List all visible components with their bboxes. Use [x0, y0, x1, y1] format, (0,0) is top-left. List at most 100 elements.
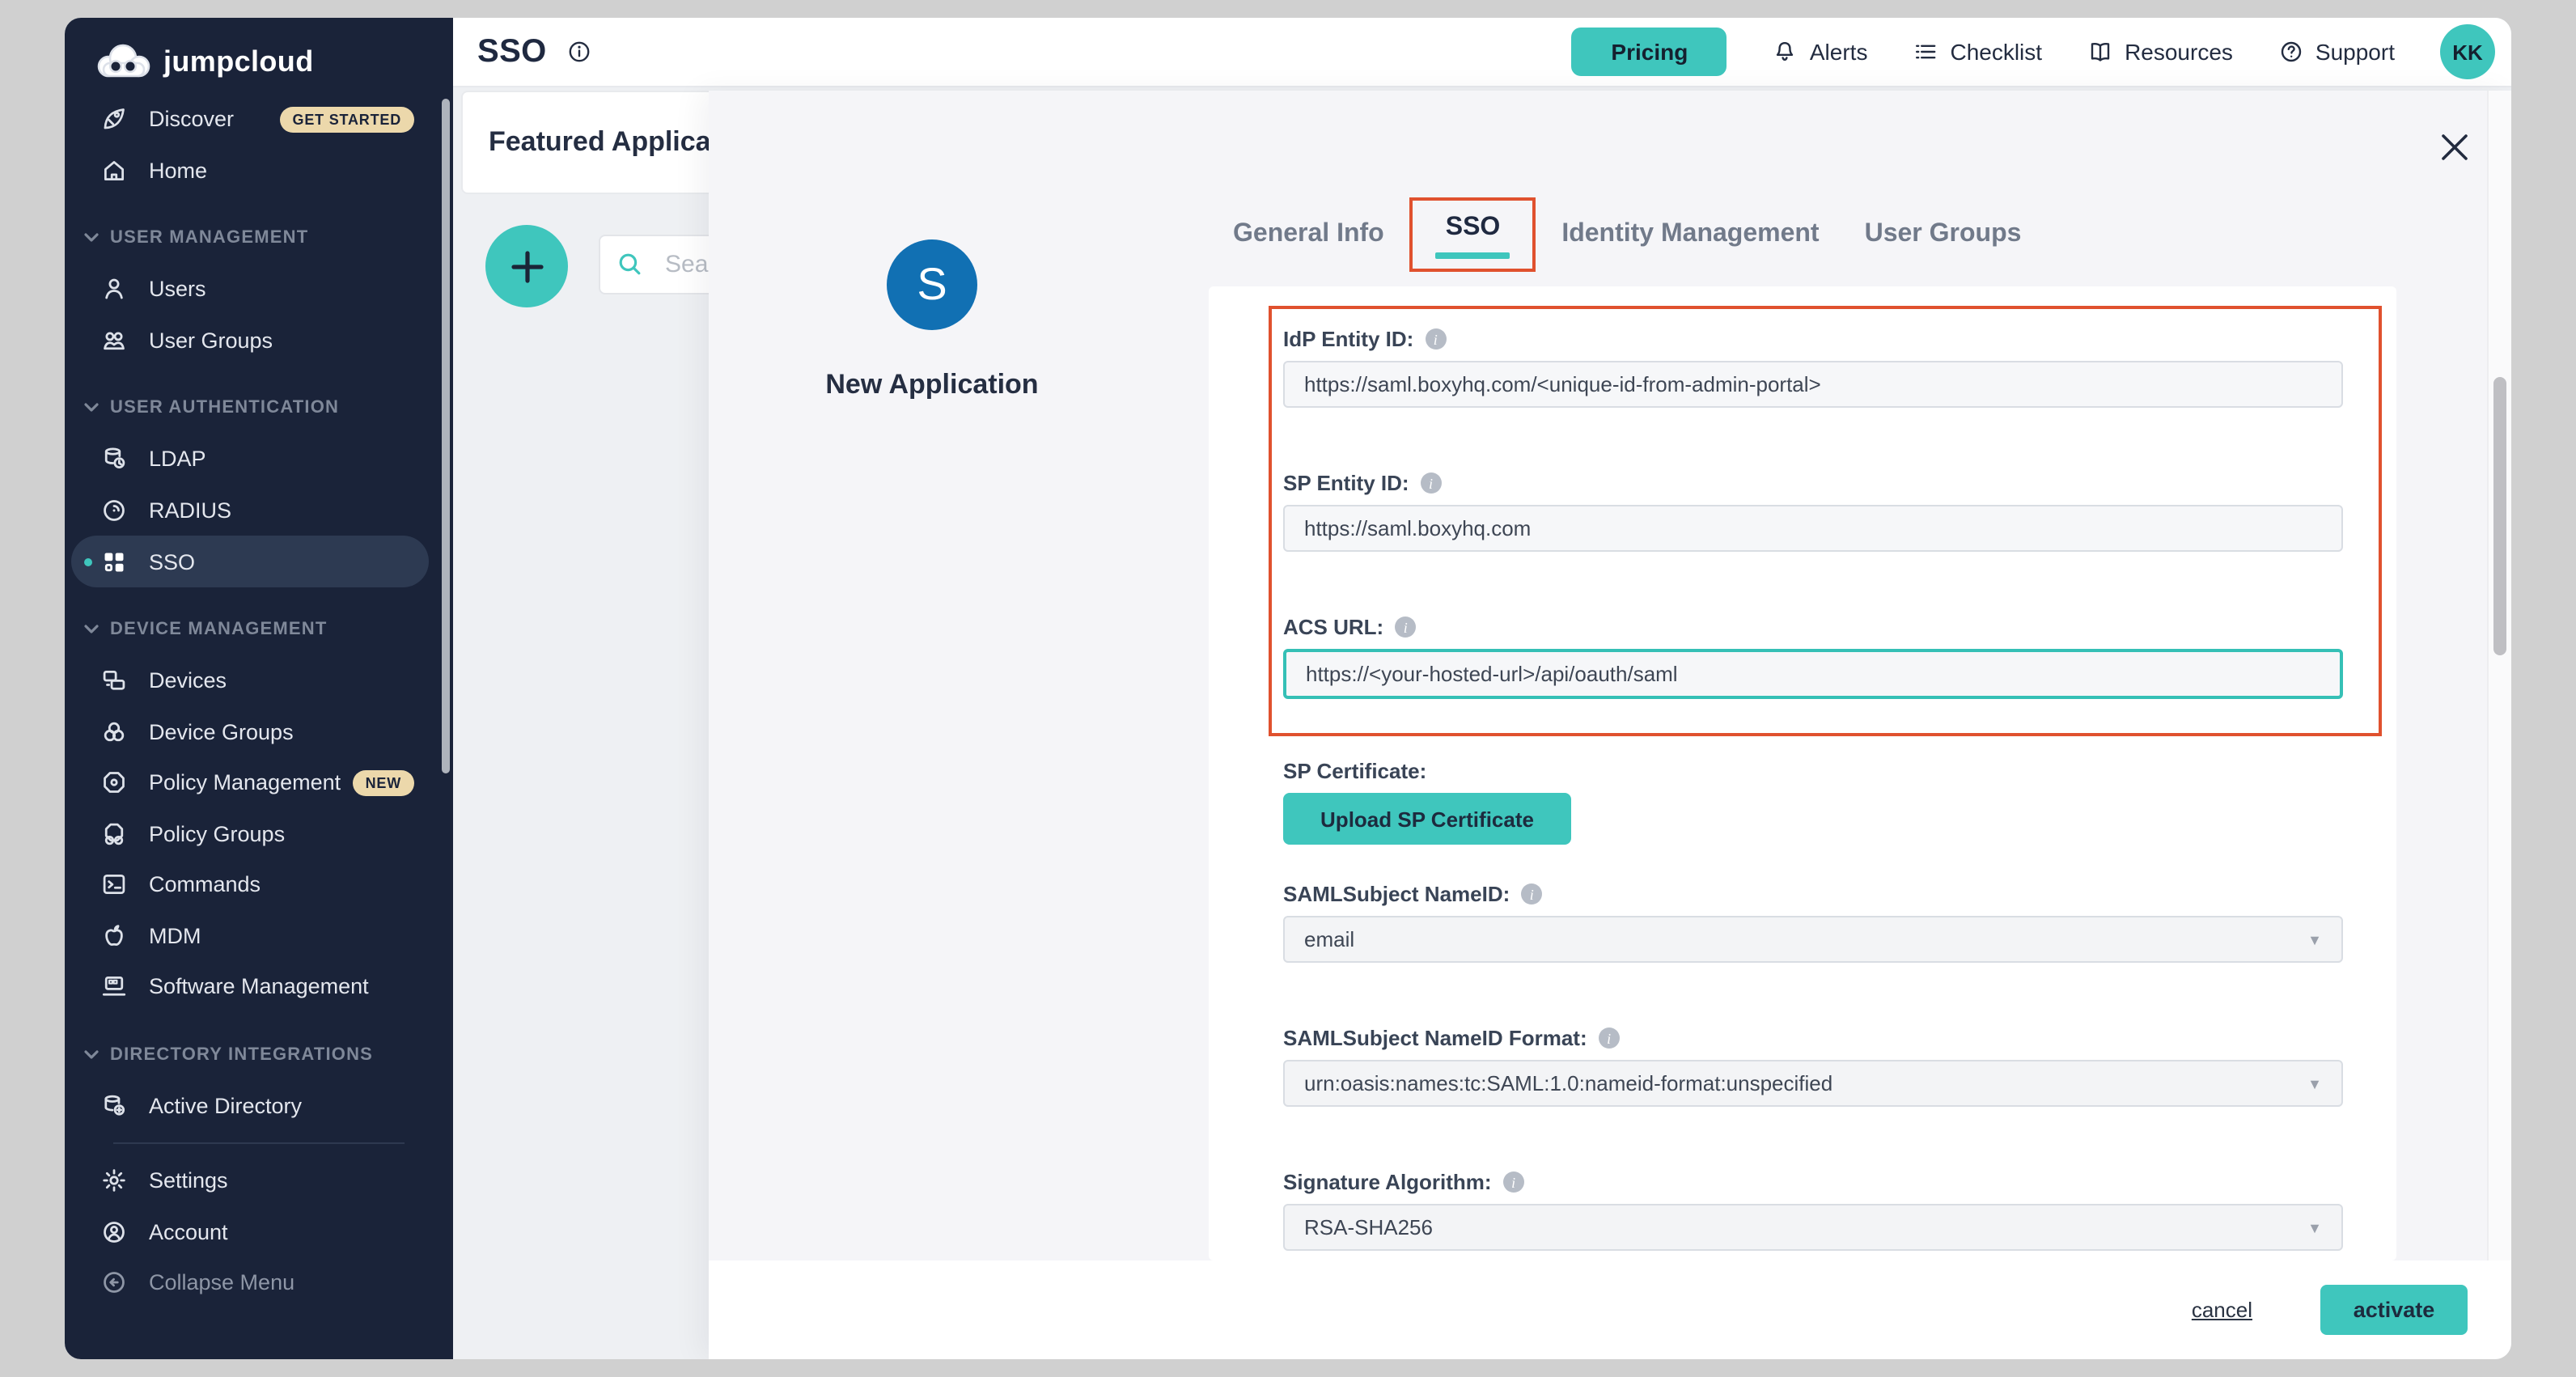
- sidebar-item-label: Settings: [149, 1169, 228, 1193]
- sidebar-item-policy-management[interactable]: Policy Management NEW: [65, 757, 453, 808]
- policy-management-icon: [100, 769, 128, 797]
- section-label: DIRECTORY INTEGRATIONS: [110, 1045, 373, 1065]
- sidebar-item-label: Device Groups: [149, 720, 294, 744]
- upload-sp-certificate-button[interactable]: Upload SP Certificate: [1283, 793, 1571, 845]
- saml-subject-nameid-format-select[interactable]: urn:oasis:names:tc:SAML:1.0:nameid-forma…: [1283, 1060, 2343, 1107]
- sidebar-item-label: Policy Groups: [149, 822, 285, 846]
- sidebar-item-label: Software Management: [149, 975, 369, 999]
- section-label: USER MANAGEMENT: [110, 229, 308, 248]
- info-icon[interactable]: i: [1599, 1027, 1620, 1049]
- sidebar-section-device-management[interactable]: DEVICE MANAGEMENT: [65, 604, 453, 655]
- resources-button[interactable]: Resources: [2087, 39, 2233, 65]
- sidebar-item-home[interactable]: Home: [65, 145, 453, 196]
- checklist-button[interactable]: Checklist: [1913, 39, 2042, 65]
- signature-algorithm-field: Signature Algorithm: i RSA-SHA256 ▼: [1283, 1168, 2343, 1251]
- sidebar-item-devices[interactable]: Devices: [65, 655, 453, 706]
- sidebar-item-label: RADIUS: [149, 498, 231, 523]
- sidebar-item-radius[interactable]: RADIUS: [65, 485, 453, 536]
- jumpcloud-logo[interactable]: jumpcloud: [65, 18, 453, 81]
- add-application-button[interactable]: [485, 225, 568, 307]
- logo-text: jumpcloud: [163, 44, 314, 78]
- info-icon[interactable]: i: [1425, 328, 1446, 350]
- cancel-button[interactable]: cancel: [2192, 1298, 2252, 1322]
- info-icon[interactable]: i: [1421, 472, 1442, 494]
- sidebar-item-users[interactable]: Users: [65, 264, 453, 315]
- select-value: urn:oasis:names:tc:SAML:1.0:nameid-forma…: [1304, 1071, 1832, 1095]
- tab-user-groups[interactable]: User Groups: [1845, 220, 2041, 249]
- sidebar-item-label: Commands: [149, 873, 261, 897]
- sidebar-nav: Discover GET STARTED Home USER MANAGEMEN…: [65, 94, 453, 1308]
- user-icon: [100, 276, 128, 303]
- sp-entity-id-input[interactable]: [1283, 505, 2343, 552]
- sidebar-item-active-directory[interactable]: Active Directory: [65, 1080, 453, 1131]
- modal-scrollbar[interactable]: [2487, 91, 2511, 1260]
- application-avatar: S: [887, 239, 977, 330]
- saml-subject-nameid-format-label: SAMLSubject NameID Format:: [1283, 1026, 1587, 1050]
- tab-identity-management[interactable]: Identity Management: [1542, 220, 1838, 249]
- signature-algorithm-select[interactable]: RSA-SHA256 ▼: [1283, 1204, 2343, 1251]
- checklist-icon: [1913, 39, 1938, 65]
- sidebar-item-label: Collapse Menu: [149, 1271, 294, 1295]
- sso-form-panel: IdP Entity ID: i SP Entity ID: i ACS URL…: [1209, 286, 2396, 1260]
- user-avatar[interactable]: KK: [2440, 24, 2495, 79]
- saml-subject-nameid-format-field: SAMLSubject NameID Format: i urn:oasis:n…: [1283, 1024, 2343, 1107]
- saml-subject-nameid-select[interactable]: email ▼: [1283, 916, 2343, 963]
- application-name: New Application: [770, 369, 1094, 401]
- sidebar-section-directory-integrations[interactable]: DIRECTORY INTEGRATIONS: [65, 1029, 453, 1080]
- idp-entity-id-input[interactable]: [1283, 361, 2343, 408]
- saml-subject-nameid-label: SAMLSubject NameID:: [1283, 882, 1510, 906]
- home-icon: [100, 157, 128, 184]
- close-button[interactable]: [2437, 129, 2472, 165]
- commands-icon: [100, 871, 128, 899]
- search-icon: [616, 251, 644, 278]
- checklist-label: Checklist: [1950, 39, 2042, 65]
- acs-url-field: ACS URL: i: [1283, 613, 2343, 699]
- tab-general-info[interactable]: General Info: [1214, 220, 1404, 249]
- sidebar-item-ldap[interactable]: LDAP: [65, 434, 453, 485]
- modal-tabs: General Info SSO Identity Management Use…: [1214, 197, 2040, 272]
- info-icon[interactable]: i: [1521, 883, 1542, 905]
- sidebar-item-software-management[interactable]: Software Management: [65, 961, 453, 1012]
- support-question-icon: [2278, 39, 2304, 65]
- sidebar-section-user-management[interactable]: USER MANAGEMENT: [65, 213, 453, 264]
- sidebar-scrollbar[interactable]: [442, 99, 450, 773]
- get-started-badge: GET STARTED: [280, 107, 414, 133]
- sidebar-item-discover[interactable]: Discover GET STARTED: [65, 94, 453, 145]
- sidebar-item-account[interactable]: Account: [65, 1206, 453, 1257]
- saml-subject-nameid-field: SAMLSubject NameID: i email ▼: [1283, 880, 2343, 963]
- cloud-logo-icon: [94, 42, 152, 81]
- info-icon[interactable]: i: [1395, 616, 1416, 638]
- pricing-button[interactable]: Pricing: [1572, 28, 1727, 76]
- dropdown-chevron-icon: ▼: [2307, 931, 2322, 947]
- tab-sso[interactable]: SSO: [1426, 214, 1520, 243]
- sidebar-item-device-groups[interactable]: Device Groups: [65, 706, 453, 757]
- sso-grid-icon: [100, 548, 128, 575]
- idp-entity-id-field: IdP Entity ID: i: [1283, 325, 2343, 408]
- select-value: email: [1304, 927, 1354, 951]
- support-button[interactable]: Support: [2278, 39, 2395, 65]
- sidebar-item-commands[interactable]: Commands: [65, 859, 453, 910]
- sidebar-section-user-authentication[interactable]: USER AUTHENTICATION: [65, 383, 453, 434]
- acs-url-input[interactable]: [1283, 649, 2343, 699]
- sidebar-item-sso[interactable]: SSO: [71, 536, 429, 587]
- sidebar-item-settings[interactable]: Settings: [65, 1155, 453, 1206]
- info-icon[interactable]: [566, 39, 592, 65]
- sidebar-item-policy-groups[interactable]: Policy Groups: [65, 808, 453, 859]
- policy-groups-icon: [100, 820, 128, 848]
- annotation-box-sso-tab: SSO: [1410, 197, 1536, 272]
- sidebar-item-label: MDM: [149, 924, 201, 948]
- page-title: SSO: [477, 33, 547, 70]
- scrollbar-thumb[interactable]: [2493, 377, 2506, 655]
- top-bar-actions: Pricing Alerts Checklist Resources Suppo…: [1572, 24, 2495, 79]
- section-label: DEVICE MANAGEMENT: [110, 621, 328, 640]
- info-icon[interactable]: i: [1503, 1172, 1524, 1193]
- featured-applications-title: Featured Applica: [489, 126, 711, 159]
- alerts-button[interactable]: Alerts: [1773, 39, 1868, 65]
- sidebar-item-mdm[interactable]: MDM: [65, 910, 453, 961]
- signature-algorithm-label: Signature Algorithm:: [1283, 1170, 1492, 1194]
- support-label: Support: [2315, 39, 2395, 65]
- sidebar-item-user-groups[interactable]: User Groups: [65, 315, 453, 366]
- sidebar-item-collapse-menu[interactable]: Collapse Menu: [65, 1257, 453, 1308]
- activate-button[interactable]: activate: [2320, 1285, 2468, 1335]
- account-icon: [100, 1218, 128, 1246]
